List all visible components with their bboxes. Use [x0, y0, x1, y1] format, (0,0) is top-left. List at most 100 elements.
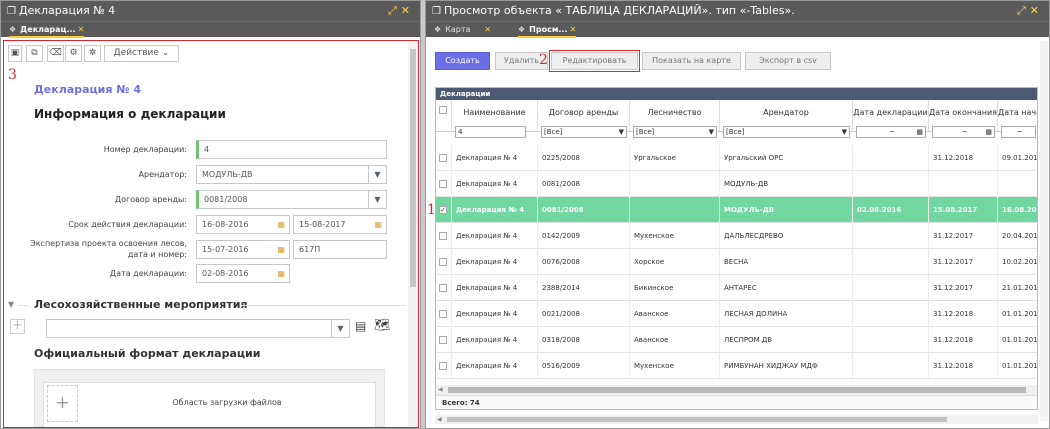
table-row[interactable]: Декларация № 4 0225/2008 Ургальское Ургальс… — [436, 145, 1037, 171]
panel-scrollbar-thumb[interactable] — [447, 417, 947, 422]
table-row[interactable]: Декларация № 4 2388/2014 Бикинское АНТАРЕС 3… — [436, 275, 1037, 301]
filter-start-date[interactable]: ~ — [998, 126, 1037, 139]
row-checkbox-cell[interactable] — [436, 275, 452, 301]
tab-close-icon[interactable]: ✕ — [570, 25, 577, 34]
export-csv-button[interactable]: Экспорт в csv — [745, 52, 831, 70]
filter-forestry[interactable]: [Все] ▼ — [630, 126, 720, 139]
grid-footer: Всего: 74 — [436, 395, 1037, 409]
row-checkbox[interactable] — [439, 336, 447, 344]
cell-end-date: 31.12.2018 — [929, 301, 998, 327]
filter-end-date-input[interactable]: ~ ▦ — [932, 126, 995, 138]
row-checkbox-cell[interactable] — [436, 145, 452, 171]
maximize-icon[interactable]: ⤢ — [388, 4, 401, 17]
filter-contract-select[interactable]: [Все] ▼ — [541, 126, 627, 138]
row-checkbox-cell[interactable] — [436, 171, 452, 197]
maximize-icon[interactable]: ⤢ — [1017, 4, 1030, 17]
cell-forestry: Мухенское — [630, 353, 720, 379]
cell-end-date: 31.12.2017 — [929, 249, 998, 275]
table-row[interactable]: Декларация № 4 0516/2009 Мухенское РИМБУНАН… — [436, 353, 1037, 379]
window-controls[interactable]: ⤢✕ — [1017, 1, 1043, 21]
cell-contract: 0076/2008 — [538, 249, 630, 275]
cell-tenant: МОДУЛЬ-ДВ — [720, 171, 853, 197]
calendar-icon[interactable]: ▦ — [916, 127, 923, 137]
cell-tenant: ДАЛЬЛЕСДРЕВО — [720, 223, 853, 249]
layers-icon: ❖ — [9, 25, 17, 34]
horizontal-scrollbar[interactable]: ◀ — [436, 385, 1037, 395]
scroll-left-icon[interactable]: ◀ — [438, 386, 443, 393]
calendar-icon[interactable]: ▦ — [985, 127, 992, 137]
table-row[interactable]: Декларация № 4 0142/2009 Мухенское ДАЛЬЛЕСД… — [436, 223, 1037, 249]
table-row[interactable]: Декларация № 4 0318/2008 Аванское ЛЕСПРОМ Д… — [436, 327, 1037, 353]
row-checkbox[interactable] — [439, 180, 447, 188]
panel-horizontal-scrollbar[interactable]: ◀ — [435, 415, 1038, 424]
filter-decl-date-input[interactable]: ~ ▦ — [856, 126, 926, 138]
cell-end-date: 31.12.2018 — [929, 353, 998, 379]
cell-contract: 0081/2008 — [538, 171, 630, 197]
row-checkbox-cell[interactable] — [436, 223, 452, 249]
cell-start-date: 01.01.2018 — [998, 327, 1037, 353]
row-checkbox-cell[interactable]: ✓ — [436, 197, 452, 223]
scroll-left-icon[interactable]: ◀ — [437, 416, 442, 423]
row-checkbox[interactable] — [439, 284, 447, 292]
cell-decl-date — [853, 223, 929, 249]
layers-icon: ❖ — [434, 25, 442, 34]
cell-decl-date — [853, 275, 929, 301]
row-checkbox[interactable] — [439, 310, 447, 318]
header-select-all[interactable] — [436, 100, 452, 132]
row-checkbox-cell[interactable] — [436, 249, 452, 275]
panel-vertical-scrollbar[interactable] — [1040, 41, 1048, 421]
filter-forestry-select[interactable]: [Все] ▼ — [633, 126, 717, 138]
row-checkbox[interactable]: ✓ — [439, 206, 447, 214]
tab-map-label: Карта — [445, 25, 471, 34]
row-checkbox[interactable] — [439, 232, 447, 240]
close-icon[interactable]: ✕ — [1030, 4, 1043, 17]
table-row[interactable]: Декларация № 4 0021/2008 Аванское ЛЕСНАЯ ДО… — [436, 301, 1037, 327]
declaration-title: Декларация № 4 — [18, 4, 116, 17]
chevron-down-icon: ▼ — [618, 128, 624, 136]
show-on-map-button[interactable]: Показать на карте — [642, 52, 741, 70]
cell-forestry: Ургальское — [630, 145, 720, 171]
tab-declaration[interactable]: ❖ Декларац... ✕ — [9, 23, 85, 38]
row-checkbox[interactable] — [439, 362, 447, 370]
row-checkbox-cell[interactable] — [436, 301, 452, 327]
filter-start-date-input[interactable]: ~ — [1001, 126, 1036, 138]
create-button[interactable]: Создать — [435, 52, 490, 70]
tab-close-icon[interactable]: ✕ — [484, 25, 491, 34]
table-row[interactable]: Декларация № 4 0081/2008 МОДУЛЬ-ДВ — [436, 171, 1037, 197]
cell-contract: 0081/2008 — [538, 197, 630, 223]
tab-declaration-label: Декларац... — [20, 25, 76, 34]
horizontal-scrollbar-thumb[interactable] — [448, 387, 1026, 393]
table-row[interactable]: ✓ Декларация № 4 0081/2008 МОДУЛЬ-ДВ 02.08.2… — [436, 197, 1037, 223]
row-checkbox[interactable] — [439, 154, 447, 162]
layers-icon: ❖ — [518, 25, 526, 34]
cell-tenant: Ургальский ОРС — [720, 145, 853, 171]
tab-close-icon[interactable]: ✕ — [78, 25, 85, 34]
cell-start-date: 21.01.2017 — [998, 275, 1037, 301]
cell-decl-date — [853, 353, 929, 379]
filter-tenant[interactable]: [Все] ▼ — [720, 126, 853, 139]
table-view-titlebar: ❐ Просмотр объекта « ТАБЛИЦА ДЕКЛАРАЦИЙ».… — [426, 1, 1049, 21]
filter-tenant-select[interactable]: [Все] ▼ — [723, 126, 850, 138]
window-controls[interactable]: ⤢✕ — [388, 1, 414, 21]
row-checkbox-cell[interactable] — [436, 327, 452, 353]
select-all-checkbox[interactable] — [439, 106, 447, 114]
cell-decl-date — [853, 249, 929, 275]
tab-map[interactable]: ❖ Карта ✕ — [434, 23, 491, 38]
cell-start-date: 09.01.2018 — [998, 145, 1037, 171]
cell-forestry — [630, 171, 720, 197]
filter-decl-date[interactable]: ~ ▦ — [853, 126, 929, 139]
filter-name[interactable]: 4 — [452, 126, 538, 139]
row-checkbox[interactable] — [439, 258, 447, 266]
row-checkbox-cell[interactable] — [436, 353, 452, 379]
cell-start-date: 10.02.2017 — [998, 249, 1037, 275]
cell-decl-date — [853, 171, 929, 197]
close-icon[interactable]: ✕ — [401, 4, 414, 17]
cell-end-date — [929, 171, 998, 197]
highlight-box-3 — [3, 40, 419, 428]
filter-contract[interactable]: [Все] ▼ — [538, 126, 630, 139]
filter-end-date[interactable]: ~ ▦ — [929, 126, 998, 139]
filter-name-input[interactable]: 4 — [455, 126, 526, 138]
cell-decl-date — [853, 327, 929, 353]
tab-view[interactable]: ❖ Просм... ✕ — [518, 23, 577, 38]
table-row[interactable]: Декларация № 4 0076/2008 Хорское ВЕСНА 31.12… — [436, 249, 1037, 275]
